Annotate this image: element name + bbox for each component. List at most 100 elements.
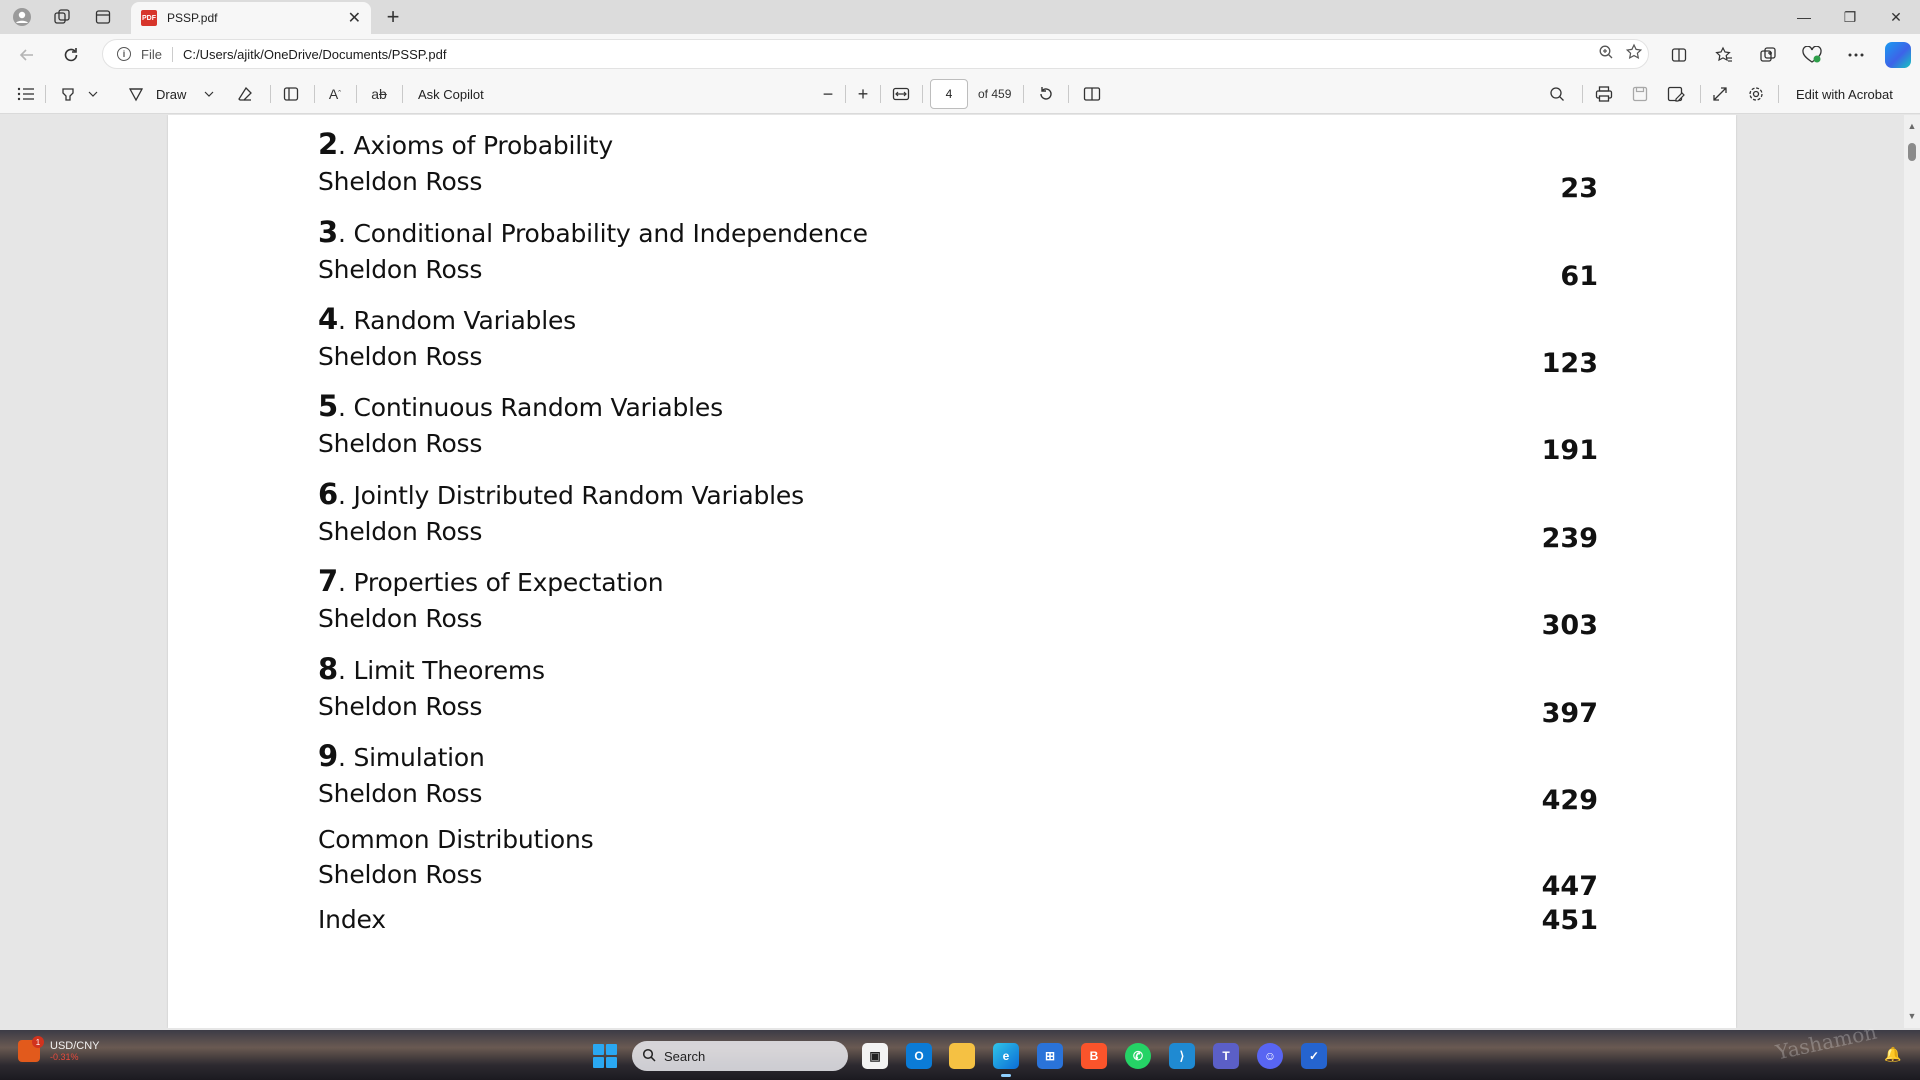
- toc-page-number: 429: [1541, 785, 1598, 816]
- fit-to-width-icon[interactable]: [888, 82, 914, 106]
- cortana-icon[interactable]: O: [906, 1043, 932, 1069]
- draw-icon[interactable]: [126, 82, 146, 106]
- divider: [402, 85, 403, 103]
- taskbar-search[interactable]: Search: [632, 1041, 848, 1071]
- settings-gear-icon[interactable]: [1744, 82, 1768, 106]
- restore-button[interactable]: ❐: [1827, 0, 1873, 34]
- chapter-number: 2: [318, 127, 338, 161]
- brave-browser-icon[interactable]: B: [1081, 1043, 1107, 1069]
- toc-title: 5. Continuous Random Variables: [318, 389, 1598, 423]
- search-icon: [642, 1048, 656, 1065]
- pdf-viewport[interactable]: 2. Axioms of Probability Sheldon Ross 23…: [0, 115, 1904, 1028]
- highlight-dropdown-icon[interactable]: [86, 82, 100, 106]
- save-as-icon[interactable]: [1664, 82, 1688, 106]
- print-icon[interactable]: [1592, 82, 1616, 106]
- chapter-dot: .: [337, 568, 354, 597]
- vertical-scrollbar[interactable]: ▲ ▼: [1904, 115, 1920, 1028]
- teams-icon[interactable]: T: [1213, 1043, 1239, 1069]
- page-number-input[interactable]: 4: [930, 79, 968, 109]
- tab-pssp-pdf[interactable]: PDF PSSP.pdf ✕: [131, 2, 371, 34]
- chapter-title: Simulation: [353, 743, 485, 772]
- zoom-in-button[interactable]: +: [851, 82, 875, 106]
- divider: [1700, 85, 1701, 103]
- new-tab-button[interactable]: +: [380, 4, 406, 30]
- toc-author: Sheldon Ross: [318, 255, 483, 284]
- weather-finance-widget[interactable]: 1 USD/CNY -0.31%: [18, 1036, 100, 1062]
- back-button[interactable]: [14, 42, 40, 68]
- toc-entry[interactable]: 4. Random Variables Sheldon Ross 123: [318, 302, 1598, 379]
- widget-value: -0.31%: [50, 1052, 79, 1062]
- toc-entry[interactable]: 8. Limit Theorems Sheldon Ross 397: [318, 652, 1598, 729]
- url-scheme: File: [141, 46, 173, 62]
- toc-entry[interactable]: 9. Simulation Sheldon Ross 429: [318, 739, 1598, 816]
- zoom-icon[interactable]: [1592, 44, 1620, 64]
- divider: [1068, 85, 1069, 103]
- pdf-page: 2. Axioms of Probability Sheldon Ross 23…: [168, 115, 1736, 1028]
- file-explorer-icon[interactable]: [949, 1043, 975, 1069]
- finance-widget-icon: 1: [18, 1036, 44, 1062]
- toc-entry[interactable]: Common Distributions Sheldon Ross 447: [318, 825, 1598, 902]
- edit-with-acrobat-button[interactable]: Edit with Acrobat: [1796, 82, 1893, 106]
- microsoft-store-icon[interactable]: ⊞: [1037, 1043, 1063, 1069]
- chapter-number: 5: [318, 389, 338, 423]
- vscode-icon[interactable]: ⟩: [1169, 1043, 1195, 1069]
- minimize-button[interactable]: —: [1781, 0, 1827, 34]
- toc-title: 8. Limit Theorems: [318, 652, 1598, 686]
- page-view-icon[interactable]: [1080, 82, 1104, 106]
- windows-logo-icon: [606, 1044, 617, 1055]
- tab-close-button[interactable]: ✕: [348, 8, 361, 28]
- tab-title: PSSP.pdf: [167, 11, 218, 25]
- toc-page-number: 23: [1560, 173, 1598, 204]
- collections-icon[interactable]: [1755, 42, 1781, 68]
- toc-entry[interactable]: Index 451: [318, 905, 1598, 936]
- highlight-icon[interactable]: [58, 82, 78, 106]
- scroll-down-arrow-icon[interactable]: ▼: [1907, 1011, 1917, 1021]
- divider: [1023, 85, 1024, 103]
- edge-browser-icon[interactable]: e: [993, 1043, 1019, 1077]
- scroll-up-arrow-icon[interactable]: ▲: [1907, 121, 1917, 131]
- toc-entry[interactable]: 7. Properties of Expectation Sheldon Ros…: [318, 564, 1598, 641]
- refresh-button[interactable]: [58, 42, 84, 68]
- contents-list-icon[interactable]: [14, 82, 38, 106]
- split-screen-icon[interactable]: [1666, 42, 1692, 68]
- browser-essentials-icon[interactable]: [1799, 42, 1825, 68]
- site-info-icon[interactable]: i: [117, 47, 131, 61]
- vertical-tabs-icon[interactable]: [91, 5, 115, 29]
- start-button[interactable]: [593, 1044, 617, 1068]
- chapter-title: Continuous Random Variables: [353, 393, 723, 422]
- text-box-icon[interactable]: [280, 82, 302, 106]
- copilot-icon[interactable]: [1885, 42, 1911, 68]
- zoom-out-button[interactable]: −: [816, 82, 840, 106]
- favorites-icon[interactable]: [1711, 42, 1737, 68]
- toc-entry[interactable]: 2. Axioms of Probability Sheldon Ross 23: [318, 127, 1598, 204]
- toc-title: Common Distributions: [318, 825, 594, 854]
- read-aloud-icon[interactable]: Aˆ: [324, 82, 346, 106]
- close-window-button[interactable]: ✕: [1873, 0, 1919, 34]
- url-text[interactable]: C:/Users/ajitk/OneDrive/Documents/PSSP.p…: [183, 47, 1592, 62]
- toc-entry[interactable]: 3. Conditional Probability and Independe…: [318, 215, 1598, 292]
- full-screen-icon[interactable]: [1708, 82, 1732, 106]
- toc-entry[interactable]: 5. Continuous Random Variables Sheldon R…: [318, 389, 1598, 466]
- whatsapp-icon[interactable]: ✆: [1125, 1043, 1151, 1069]
- ask-copilot-button[interactable]: Ask Copilot: [418, 82, 484, 106]
- discord-icon[interactable]: ☺: [1257, 1043, 1283, 1069]
- profile-icon[interactable]: [10, 5, 34, 29]
- chapter-number: 9: [318, 739, 338, 773]
- save-icon[interactable]: [1628, 82, 1652, 106]
- toc-title: 3. Conditional Probability and Independe…: [318, 215, 1598, 249]
- more-menu-icon[interactable]: [1843, 42, 1869, 68]
- draw-dropdown-icon[interactable]: [202, 82, 216, 106]
- task-view-icon[interactable]: ▣: [862, 1043, 888, 1069]
- translate-icon[interactable]: ab: [366, 82, 392, 106]
- scroll-thumb[interactable]: [1908, 143, 1916, 161]
- todo-icon[interactable]: ✓: [1301, 1043, 1327, 1069]
- address-bar[interactable]: i File C:/Users/ajitk/OneDrive/Documents…: [102, 39, 1649, 69]
- eraser-icon[interactable]: [234, 82, 256, 106]
- notifications-bell-icon[interactable]: 🔔: [1884, 1046, 1901, 1063]
- rotate-icon[interactable]: [1034, 82, 1058, 106]
- draw-button[interactable]: Draw: [156, 82, 186, 106]
- find-in-document-icon[interactable]: [1545, 82, 1569, 106]
- workspaces-icon[interactable]: [50, 5, 74, 29]
- favorite-star-icon[interactable]: [1620, 43, 1648, 65]
- toc-entry[interactable]: 6. Jointly Distributed Random Variables …: [318, 477, 1598, 554]
